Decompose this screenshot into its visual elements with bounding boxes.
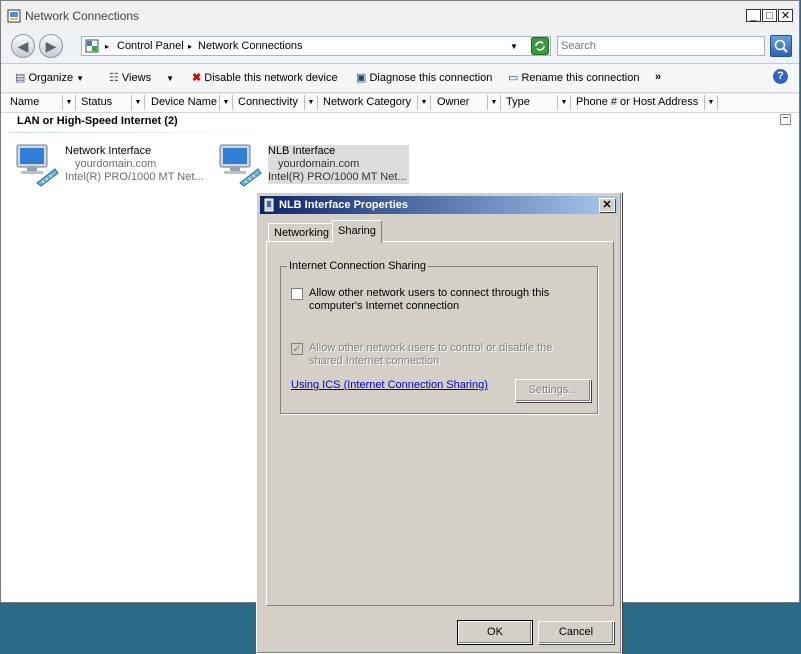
group-divider bbox=[9, 132, 269, 133]
chevron-down-icon: ▼ bbox=[166, 74, 175, 83]
column-dropdown-icon[interactable]: ▼ bbox=[219, 95, 233, 110]
column-dropdown-icon[interactable]: ▼ bbox=[131, 95, 145, 110]
column-status[interactable]: Status bbox=[81, 96, 112, 108]
cancel-button[interactable]: Cancel bbox=[538, 621, 614, 644]
network-connections-icon bbox=[7, 9, 21, 23]
help-icon[interactable]: ? bbox=[773, 69, 788, 84]
column-headers: Name ▼ Status ▼ Device Name ▼ Connectivi… bbox=[1, 94, 799, 113]
allow-control-line2: shared Internet connection bbox=[309, 355, 440, 367]
ics-help-link[interactable]: Using ICS (Internet Connection Sharing) bbox=[291, 379, 488, 391]
navigation-bar: ◀ ▶ ▸ Control Panel ▸ Network Connection… bbox=[1, 31, 799, 64]
network-adapter-icon bbox=[264, 198, 274, 212]
connection-domain: yourdomain.com bbox=[278, 158, 360, 170]
diagnose-icon: ▣ bbox=[356, 72, 367, 84]
organize-icon: ▤ bbox=[15, 72, 29, 84]
allow-connect-line2: computer's Internet connection bbox=[309, 300, 460, 312]
views-icon: ☷ bbox=[109, 72, 122, 84]
allow-control-label: Allow other network users to control or … bbox=[309, 342, 552, 368]
close-button[interactable]: ✕ bbox=[778, 9, 793, 22]
search-button[interactable] bbox=[770, 35, 792, 57]
connection-domain: yourdomain.com bbox=[75, 158, 157, 170]
column-device-name[interactable]: Device Name bbox=[151, 96, 217, 108]
breadcrumb-arrow-icon: ▸ bbox=[105, 42, 110, 51]
column-type[interactable]: Type bbox=[506, 96, 530, 108]
column-dropdown-icon[interactable]: ▼ bbox=[417, 95, 431, 110]
network-adapter-icon bbox=[16, 144, 59, 187]
column-connectivity[interactable]: Connectivity bbox=[238, 96, 298, 108]
rename-icon: ▭ bbox=[508, 72, 519, 84]
column-phone-host[interactable]: Phone # or Host Address bbox=[576, 96, 698, 108]
column-dropdown-icon[interactable]: ▼ bbox=[557, 95, 571, 110]
dialog-title: NLB Interface Properties bbox=[279, 199, 408, 211]
connection-network-interface[interactable]: Network Interface yourdomain.com Intel(R… bbox=[15, 143, 215, 187]
search-box[interactable] bbox=[557, 36, 765, 56]
connection-device: Intel(R) PRO/1000 MT Net... bbox=[268, 171, 407, 183]
allow-connect-line1: Allow other network users to connect thr… bbox=[309, 287, 550, 299]
allow-control-line1: Allow other network users to control or … bbox=[309, 342, 553, 354]
column-name[interactable]: Name bbox=[10, 96, 39, 108]
tab-sharing[interactable]: Sharing bbox=[332, 220, 382, 243]
column-dropdown-icon[interactable]: ▼ bbox=[487, 95, 501, 110]
group-header[interactable]: LAN or High-Speed Internet (2) bbox=[17, 115, 178, 127]
diagnose-button[interactable]: ▣ Diagnose this connection bbox=[356, 71, 492, 84]
connection-device: Intel(R) PRO/1000 MT Net... bbox=[65, 171, 204, 183]
collapse-group-icon[interactable]: − bbox=[780, 114, 791, 125]
column-dropdown-icon[interactable]: ▼ bbox=[62, 95, 76, 110]
red-x-icon: ✖ bbox=[192, 72, 202, 84]
connection-name: NLB Interface bbox=[268, 145, 336, 157]
command-toolbar: ▤ Organize ▼ ☷ Views ▼ ✖ Disable this ne… bbox=[1, 64, 799, 93]
allow-connect-label[interactable]: Allow other network users to connect thr… bbox=[309, 287, 549, 313]
groupbox-title: Internet Connection Sharing bbox=[287, 260, 428, 272]
refresh-icon[interactable] bbox=[531, 37, 549, 55]
settings-button: Settings... bbox=[515, 379, 591, 402]
maximize-button[interactable]: □ bbox=[762, 9, 777, 22]
breadcrumb-separator-icon: ▸ bbox=[188, 42, 193, 51]
breadcrumb-network-connections[interactable]: Network Connections bbox=[198, 40, 303, 52]
rename-label: Rename this connection bbox=[521, 72, 640, 84]
column-owner[interactable]: Owner bbox=[437, 96, 469, 108]
allow-connect-checkbox[interactable] bbox=[291, 288, 303, 300]
organize-label: Organize bbox=[28, 72, 74, 84]
connection-nlb-interface[interactable]: NLB Interface yourdomain.com Intel(R) PR… bbox=[218, 143, 418, 187]
column-dropdown-icon[interactable]: ▼ bbox=[704, 95, 718, 110]
column-dropdown-icon[interactable]: ▼ bbox=[304, 95, 318, 110]
forward-button[interactable]: ▶ bbox=[39, 34, 63, 58]
properties-dialog: NLB Interface Properties ✕ Networking Sh… bbox=[256, 192, 622, 654]
diagnose-label: Diagnose this connection bbox=[369, 72, 493, 84]
search-input[interactable] bbox=[561, 40, 761, 52]
network-adapter-icon bbox=[219, 144, 262, 187]
title-bar[interactable]: Network Connections _ □ ✕ bbox=[1, 1, 799, 31]
address-dropdown-icon[interactable]: ▼ bbox=[510, 42, 518, 51]
column-network-category[interactable]: Network Category bbox=[323, 96, 411, 108]
control-panel-icon bbox=[85, 39, 99, 53]
disable-device-button[interactable]: ✖ Disable this network device bbox=[192, 71, 338, 84]
more-commands-button[interactable]: » bbox=[655, 71, 661, 83]
back-button[interactable]: ◀ bbox=[11, 34, 35, 58]
ok-button[interactable]: OK bbox=[457, 620, 533, 645]
ics-groupbox: Internet Connection Sharing Allow other … bbox=[280, 260, 598, 414]
minimize-button[interactable]: _ bbox=[746, 9, 761, 22]
search-icon bbox=[774, 39, 788, 53]
rename-button[interactable]: ▭ Rename this connection bbox=[508, 71, 639, 84]
tab-networking[interactable]: Networking bbox=[268, 223, 336, 242]
window-title: Network Connections bbox=[25, 9, 140, 23]
chevron-down-icon: ▼ bbox=[76, 74, 85, 83]
address-bar[interactable]: ▸ Control Panel ▸ Network Connections ▼ bbox=[81, 36, 551, 56]
breadcrumb-control-panel[interactable]: Control Panel bbox=[117, 40, 184, 52]
connection-name: Network Interface bbox=[65, 145, 152, 157]
dialog-close-button[interactable]: ✕ bbox=[599, 198, 615, 212]
dialog-title-bar[interactable]: NLB Interface Properties ✕ bbox=[260, 196, 618, 214]
organize-menu[interactable]: ▤ Organize ▼ bbox=[15, 71, 84, 84]
sharing-tab-panel: Internet Connection Sharing Allow other … bbox=[266, 241, 614, 606]
views-label: Views bbox=[121, 72, 152, 84]
views-menu[interactable]: ☷ Views ▼ bbox=[109, 71, 174, 84]
disable-label: Disable this network device bbox=[204, 72, 338, 84]
allow-control-checkbox: ✓ bbox=[291, 343, 303, 355]
